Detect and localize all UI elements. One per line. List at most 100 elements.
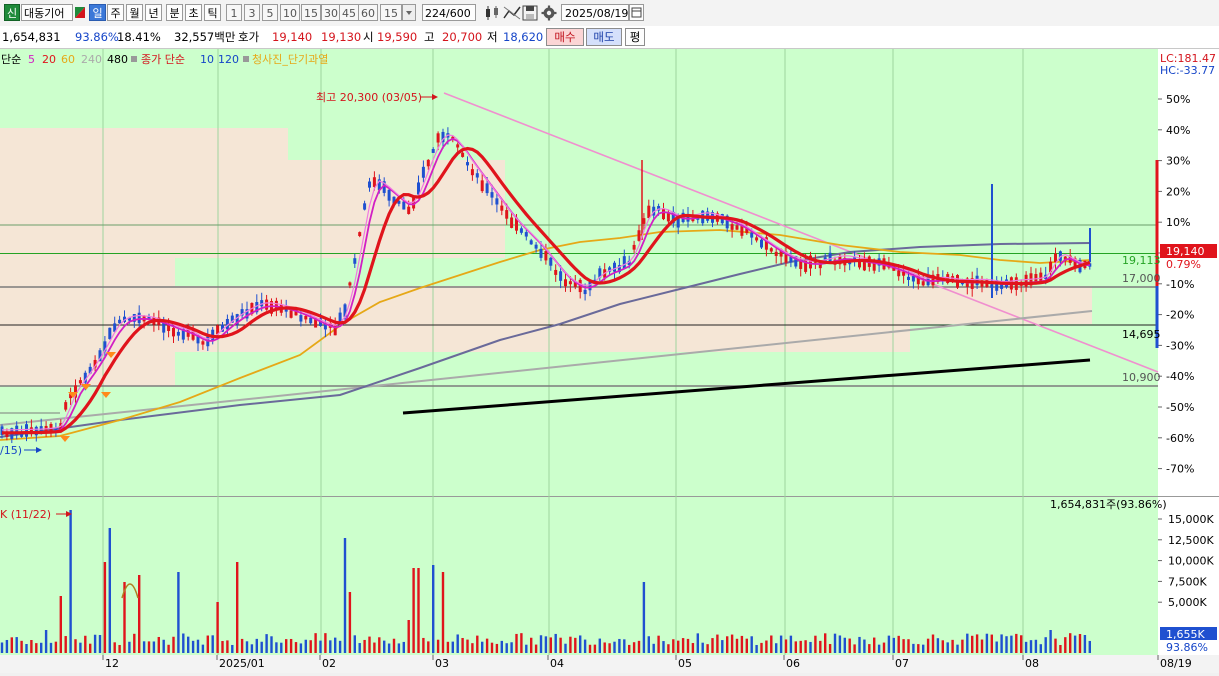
interval-5-button[interactable]: 5 bbox=[262, 4, 278, 21]
period-tick-tab[interactable]: 틱 bbox=[204, 4, 221, 21]
period-minute-tab[interactable]: 분 bbox=[166, 4, 183, 21]
price-chart-svg[interactable]: 최고 20,300 (03/05) /15) 단순 5 20 60 240 48… bbox=[0, 49, 1219, 673]
settings-gear-icon[interactable] bbox=[541, 5, 557, 21]
candle-body bbox=[299, 315, 303, 322]
volume-bar bbox=[554, 633, 557, 653]
volume-bar bbox=[941, 640, 944, 653]
period-year-tab[interactable]: 년 bbox=[145, 4, 162, 21]
candle-body bbox=[456, 144, 460, 148]
pct-tick-label: 40% bbox=[1166, 124, 1190, 137]
volume-bar bbox=[696, 633, 699, 653]
volume-current-tag-pct: 93.86% bbox=[1166, 641, 1208, 654]
candle-body bbox=[549, 257, 553, 266]
interval-1-button[interactable]: 1 bbox=[226, 4, 242, 21]
candle-body bbox=[475, 173, 479, 178]
high-price: 20,700 bbox=[442, 30, 483, 44]
volume-bar bbox=[84, 635, 87, 653]
candle-body bbox=[564, 279, 567, 287]
volume-bar bbox=[647, 636, 650, 653]
buy-button[interactable]: 매수 bbox=[546, 28, 584, 46]
candle-body bbox=[25, 424, 28, 437]
candle-body bbox=[902, 271, 906, 276]
period-day-tab[interactable]: 일 bbox=[89, 4, 106, 21]
legend-ma60: 60 bbox=[61, 53, 75, 66]
volume-bar bbox=[672, 639, 675, 653]
stock-search-icon[interactable] bbox=[74, 4, 86, 21]
chart-area[interactable]: 최고 20,300 (03/05) /15) 단순 5 20 60 240 48… bbox=[0, 49, 1219, 673]
new-window-button[interactable]: 신 bbox=[4, 4, 20, 21]
stock-name-field[interactable]: 대동기어 bbox=[21, 4, 73, 21]
candle-body bbox=[774, 251, 778, 256]
candle-body bbox=[529, 240, 533, 245]
interval-15-button[interactable]: 15 bbox=[301, 4, 321, 21]
volume-bar bbox=[427, 641, 430, 653]
sell-button[interactable]: 매도 bbox=[586, 28, 622, 46]
volume-bar bbox=[892, 637, 895, 653]
volume-bar bbox=[285, 639, 288, 653]
candle-body bbox=[495, 198, 499, 205]
volume-bar bbox=[564, 643, 567, 653]
volume-bar bbox=[735, 638, 739, 653]
volume-bar bbox=[226, 640, 229, 653]
interval-45-button[interactable]: 45 bbox=[339, 4, 359, 21]
legend-ma5: 5 bbox=[28, 53, 35, 66]
candle-body bbox=[583, 289, 587, 295]
candle-body bbox=[338, 312, 342, 322]
candle-body bbox=[539, 248, 543, 258]
candle-body bbox=[510, 217, 514, 228]
pct-tick-label: -30% bbox=[1166, 339, 1194, 352]
volume-bar bbox=[882, 642, 886, 653]
volume-bar bbox=[348, 592, 352, 653]
volume-bar bbox=[809, 641, 812, 653]
period-week-tab[interactable]: 주 bbox=[107, 4, 124, 21]
count-field[interactable]: 224/600 bbox=[422, 4, 476, 21]
interval-10-button[interactable]: 10 bbox=[280, 4, 300, 21]
volume-bar bbox=[142, 641, 146, 653]
volume-bar bbox=[314, 633, 317, 653]
trend-tool-icon[interactable] bbox=[503, 5, 521, 21]
interval-select[interactable]: 15 bbox=[380, 4, 402, 21]
volume-bar bbox=[5, 639, 9, 653]
candle-type-icon[interactable] bbox=[484, 5, 502, 21]
volume-bar bbox=[608, 643, 611, 653]
price-info-bar: 1,654,831 93.86% 18.41% 32,557백만 호가 19,1… bbox=[0, 26, 1219, 49]
evaluate-button[interactable]: 평 bbox=[625, 28, 645, 46]
volume-bar bbox=[887, 635, 891, 653]
candle-body bbox=[568, 281, 572, 285]
candle-body bbox=[421, 166, 425, 178]
volume-bar bbox=[569, 636, 572, 653]
period-second-tab[interactable]: 초 bbox=[185, 4, 202, 21]
volume-bar bbox=[446, 641, 450, 653]
pct-tick-label: -50% bbox=[1166, 401, 1194, 414]
volume-bar bbox=[677, 640, 680, 653]
period-month-tab[interactable]: 월 bbox=[126, 4, 143, 21]
candle-body bbox=[137, 312, 141, 324]
pct-tick-label: -60% bbox=[1166, 432, 1194, 445]
volume-bar bbox=[980, 639, 984, 653]
time-tick-label: 02 bbox=[322, 657, 336, 670]
interval-dropdown-icon[interactable] bbox=[402, 4, 416, 21]
volume-bar bbox=[877, 644, 881, 653]
volume-bar bbox=[157, 636, 160, 653]
volume-bar bbox=[681, 638, 685, 653]
bid-price: 19,130 bbox=[321, 30, 362, 44]
volume-bar bbox=[147, 641, 151, 653]
interval-60-button[interactable]: 60 bbox=[358, 4, 378, 21]
volume-bar bbox=[1059, 644, 1062, 653]
interval-3-button[interactable]: 3 bbox=[244, 4, 260, 21]
date-field[interactable]: 2025/08/19 bbox=[561, 4, 629, 21]
interval-30-button[interactable]: 30 bbox=[321, 4, 341, 21]
calendar-icon[interactable] bbox=[629, 4, 644, 21]
volume-bar bbox=[1088, 640, 1091, 653]
level-label-19113: 19,113 bbox=[1122, 254, 1161, 267]
volume-bar bbox=[858, 636, 861, 653]
candle-body bbox=[544, 251, 548, 261]
volume-bar bbox=[926, 638, 930, 653]
volume-bar bbox=[64, 636, 67, 653]
volume-bar bbox=[334, 637, 337, 653]
time-tick-label: 2025/01 bbox=[219, 657, 265, 670]
volume-bar bbox=[187, 636, 190, 653]
volume-bar bbox=[1000, 634, 1003, 653]
save-icon[interactable] bbox=[522, 5, 538, 21]
volume-tick-label: 10,000K bbox=[1168, 555, 1214, 568]
